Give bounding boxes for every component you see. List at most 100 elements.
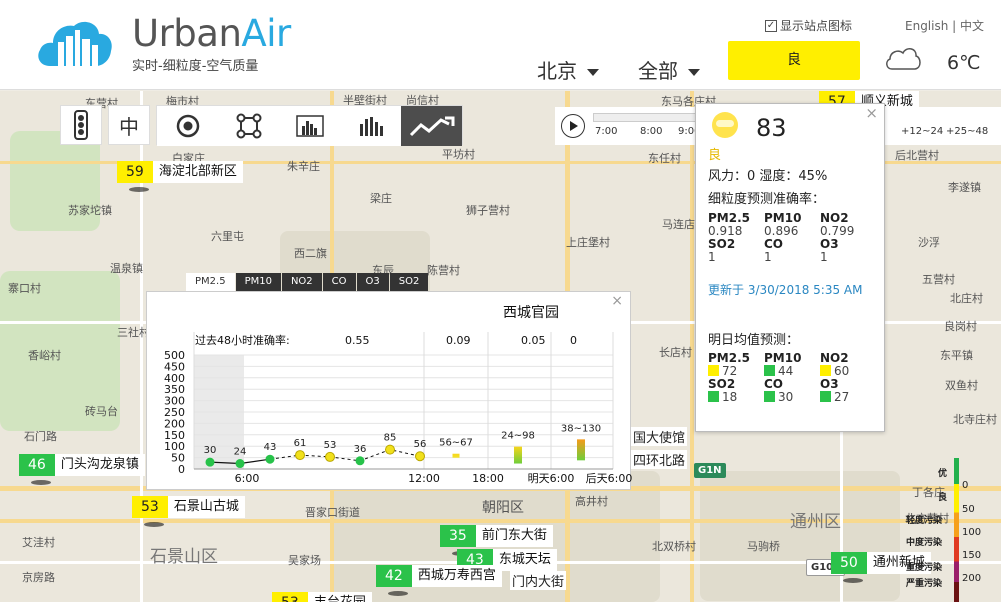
bar-chart-view-button[interactable] xyxy=(340,106,401,146)
station-chart-popup: × 西城官园 过去48小时准确率: 0.55 0.09 0.05 0 0 50 100 150 20… xyxy=(146,291,632,490)
aqi-legend: 优 良 轻度污染 中度污染 重度污染 严重污染 0 50 100 150 200 xyxy=(896,458,1001,602)
map-place-label: 五营村 xyxy=(922,273,955,286)
info-aqi-level: 良 xyxy=(708,148,722,163)
accuracy-value: 1 xyxy=(708,250,716,264)
tab-pm10[interactable]: PM10 xyxy=(235,273,281,291)
brand-name: UrbanAir xyxy=(132,12,291,55)
timeline-range[interactable]: +25~48 xyxy=(946,126,988,137)
data-label: 85 xyxy=(384,433,397,444)
legend-level: 严重污染 xyxy=(906,579,943,589)
map-place-label: 东平镇 xyxy=(940,349,973,362)
map-place-label: 京房路 xyxy=(22,571,55,584)
forecast-range-bar xyxy=(514,446,522,464)
data-label: 61 xyxy=(294,438,307,449)
map-place-label: 朱辛庄 xyxy=(287,160,320,173)
forecast-value: 44 xyxy=(778,364,794,378)
data-label: 24 xyxy=(234,447,247,458)
lang-en-link[interactable]: English xyxy=(905,19,948,33)
legend-value: 150 xyxy=(962,550,982,561)
station-info-popup: × 83 良 风力：0 湿度：45% 细粒度预测准确率： PM2.5 PM10 … xyxy=(695,103,885,432)
play-button-icon[interactable] xyxy=(561,114,585,138)
histogram-icon xyxy=(295,115,324,137)
map-district-label: 石景山区 xyxy=(150,547,218,567)
info-wind-humidity: 风力：0 湿度：45% xyxy=(708,169,828,184)
data-point xyxy=(295,450,305,461)
traffic-light-icon xyxy=(74,110,88,140)
temperature: 6℃ xyxy=(947,52,981,74)
legend-value: 50 xyxy=(962,504,975,515)
accuracy-value: 1 xyxy=(820,250,828,264)
forecast-value: 30 xyxy=(778,390,794,404)
data-label: 56 xyxy=(414,439,427,450)
y-tick-label: 250 xyxy=(164,406,185,419)
tab-o3[interactable]: O3 xyxy=(356,273,389,291)
x-tick-label: 6:00 xyxy=(235,472,260,485)
station-pin-icon xyxy=(388,591,408,596)
show-station-icons-toggle[interactable]: ✓ 显示站点图标 xyxy=(765,17,852,34)
lang-separator: | xyxy=(952,19,957,33)
level-swatch-icon xyxy=(764,365,775,376)
map-toolbar: 中 xyxy=(60,105,463,146)
station-marker-mentougou[interactable]: 46 门头沟龙泉镇 xyxy=(19,454,145,485)
map-place-label: 石门路 xyxy=(24,430,57,443)
legend-level: 重度污染 xyxy=(906,563,943,573)
histogram-view-button[interactable] xyxy=(279,106,340,146)
range-label: 38~130 xyxy=(561,423,601,434)
map-place-label: 北寺庄村 xyxy=(953,413,997,426)
map-place-label: 长店村 xyxy=(659,346,692,359)
map-place-label: 西二旗 xyxy=(294,247,327,260)
legend-value: 0 xyxy=(962,480,969,491)
city-dropdown[interactable]: 北京 xyxy=(537,55,599,84)
station-marker-wanshouxigong[interactable]: 42 西城万寿西宫 xyxy=(376,565,502,596)
aqi-level-badge[interactable]: 良 xyxy=(728,41,860,80)
forecast-value: 18 xyxy=(722,390,738,404)
language-switcher: English | 中文 xyxy=(905,17,984,34)
target-icon xyxy=(176,114,199,138)
accuracy-value: 0.05 xyxy=(521,334,546,347)
data-point xyxy=(205,457,215,467)
tab-co[interactable]: CO xyxy=(322,273,356,291)
tab-so2[interactable]: SO2 xyxy=(389,273,429,291)
target-view-button[interactable] xyxy=(157,106,218,146)
zh-toggle-button[interactable]: 中 xyxy=(108,105,150,145)
chart-station-name: 西城官园 xyxy=(503,305,559,321)
tab-no2[interactable]: NO2 xyxy=(281,273,322,291)
station-marker-shijingshan[interactable]: 53 石景山古城 xyxy=(132,496,245,527)
map-place-label: 六里屯 xyxy=(211,230,244,243)
data-label: 53 xyxy=(324,440,337,451)
range-label: 24~98 xyxy=(501,431,535,442)
map-place-label: 砖马台 xyxy=(85,405,118,418)
updated-timestamp: 更新于 3/30/2018 5:35 AM xyxy=(708,283,863,297)
nodes-view-button[interactable] xyxy=(218,106,279,146)
close-icon[interactable]: × xyxy=(865,104,878,122)
timeline-time[interactable]: 8:00 xyxy=(640,126,662,137)
tagline: 实时-细粒度-空气质量 xyxy=(132,59,259,74)
district-dropdown[interactable]: 全部 xyxy=(638,55,700,84)
logo-cloud-city-icon[interactable] xyxy=(36,12,114,72)
range-label: 56~67 xyxy=(439,438,473,449)
timeline-time[interactable]: 7:00 xyxy=(595,126,617,137)
map-place-label: 高井村 xyxy=(575,495,608,508)
legend-value: 100 xyxy=(962,527,982,538)
lang-zh-link[interactable]: 中文 xyxy=(960,19,984,33)
station-marker-fengtai[interactable]: 53 丰台花园 xyxy=(272,592,372,602)
forecast-range-bar xyxy=(452,453,460,458)
station-marker-haidian[interactable]: 59 海淀北部新区 xyxy=(117,161,243,192)
map-place-label: 后北营村 xyxy=(895,149,939,162)
y-tick-label: 500 xyxy=(164,349,185,362)
data-point xyxy=(415,451,425,462)
timeline-range[interactable]: +12~24 xyxy=(901,126,943,137)
level-swatch-icon xyxy=(708,391,719,402)
level-swatch-icon xyxy=(708,365,719,376)
forecast-value: 72 xyxy=(722,364,738,378)
trend-view-button[interactable] xyxy=(401,106,462,146)
pollutant-tabs: PM2.5 PM10 NO2 CO O3 SO2 xyxy=(186,273,429,291)
checkbox-checked-icon[interactable]: ✓ xyxy=(765,19,777,32)
tab-pm25[interactable]: PM2.5 xyxy=(186,273,235,291)
x-tick-label: 12:00 xyxy=(408,472,440,485)
station-name: 门头沟龙泉镇 xyxy=(54,454,145,476)
traffic-light-button[interactable] xyxy=(60,105,102,145)
station-aqi: 53 xyxy=(272,592,308,602)
pollutant-label: O3 xyxy=(820,237,839,251)
station-marker-qianmen[interactable]: 35 前门东大街 xyxy=(440,525,553,556)
